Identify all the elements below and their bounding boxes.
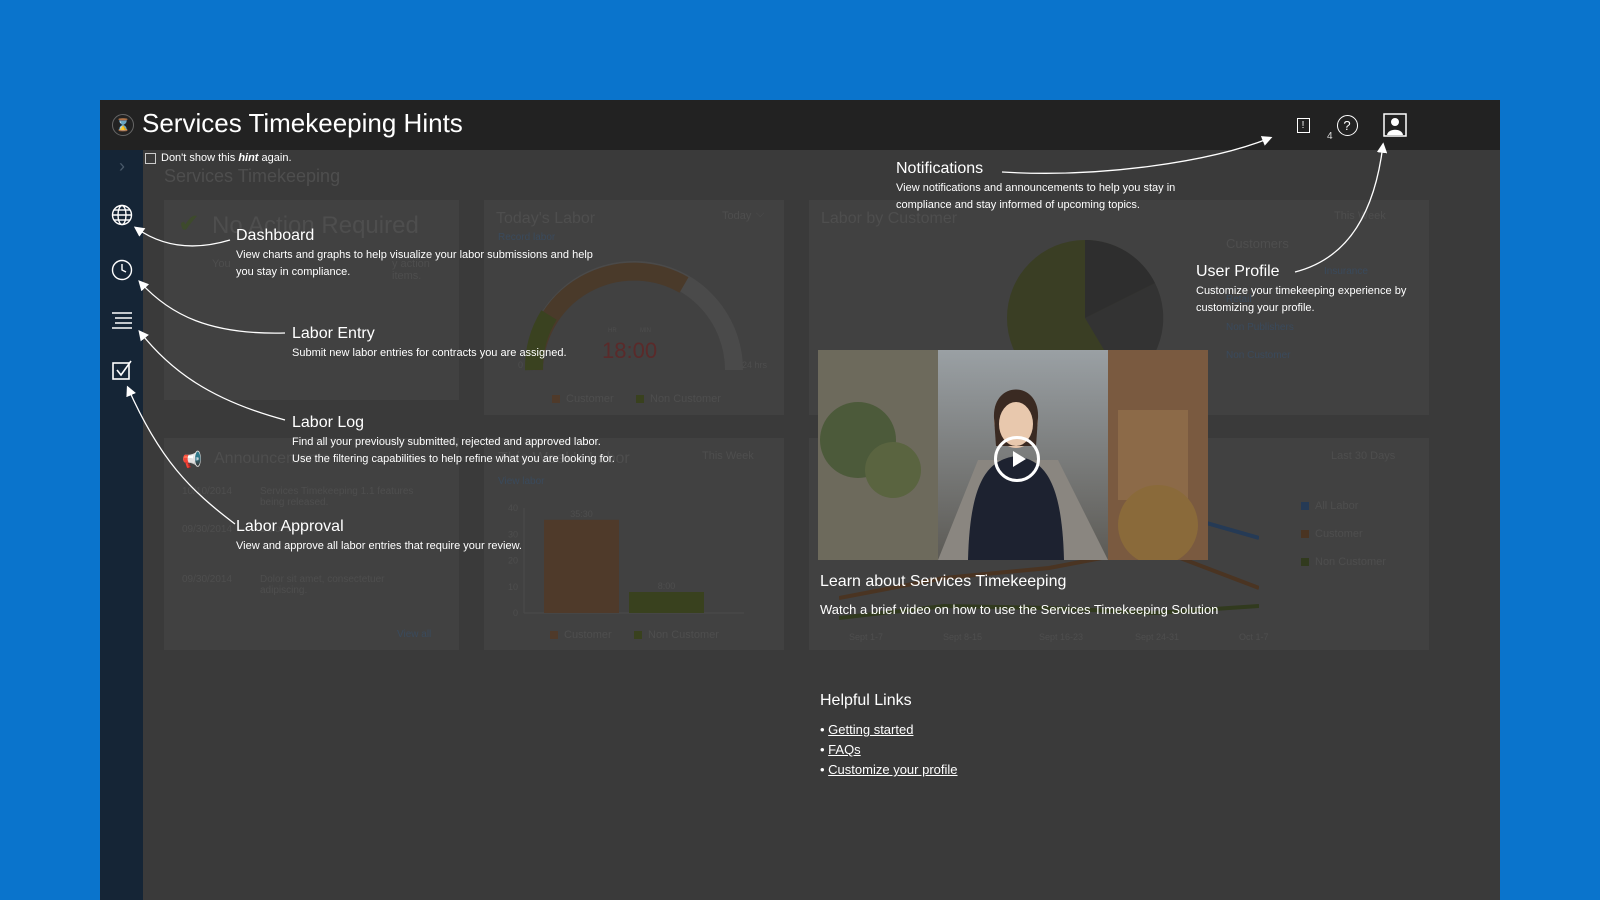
hint-labor-log-title: Labor Log [292,414,365,431]
hint-labor-approval-desc: View and approve all labor entries that … [236,540,522,552]
helpful-links-title: Helpful Links [820,692,912,709]
play-button[interactable] [994,436,1040,482]
list-item: • Customize your profile [820,762,958,777]
hint-labor-log-desc: Find all your previously submitted, reje… [292,436,615,465]
hint-notifications-title: Notifications [896,160,984,177]
hint-labor-entry-desc: Submit new labor entries for contracts y… [292,347,567,359]
hint-notifications-desc: View notifications and announcements to … [896,182,1176,211]
video-title: Learn about Services Timekeeping [820,573,1067,590]
hint-dashboard-desc: View charts and graphs to help visualize… [236,249,593,278]
getting-started-link[interactable]: Getting started [828,722,913,737]
hint-labor-entry-title: Labor Entry [292,325,375,342]
customize-profile-link[interactable]: Customize your profile [828,762,957,777]
list-item: • Getting started [820,722,914,737]
hint-user-profile-title: User Profile [1196,263,1280,280]
list-item: • FAQs [820,742,861,757]
hint-dashboard-title: Dashboard [236,227,315,244]
video-desc: Watch a brief video on how to use the Se… [820,602,1219,617]
app-window: Services Timekeeping ✔ No Action Require… [100,100,1500,900]
hint-labor-approval-title: Labor Approval [236,518,344,535]
hint-arrows [126,136,1388,525]
faqs-link[interactable]: FAQs [828,742,861,757]
play-icon [1012,451,1026,467]
helpful-links-list: • Getting started • FAQs • Customize you… [820,720,958,780]
hint-user-profile-desc: Customize your timekeeping experience by… [1196,285,1407,314]
intro-video-thumbnail[interactable] [818,350,1208,560]
